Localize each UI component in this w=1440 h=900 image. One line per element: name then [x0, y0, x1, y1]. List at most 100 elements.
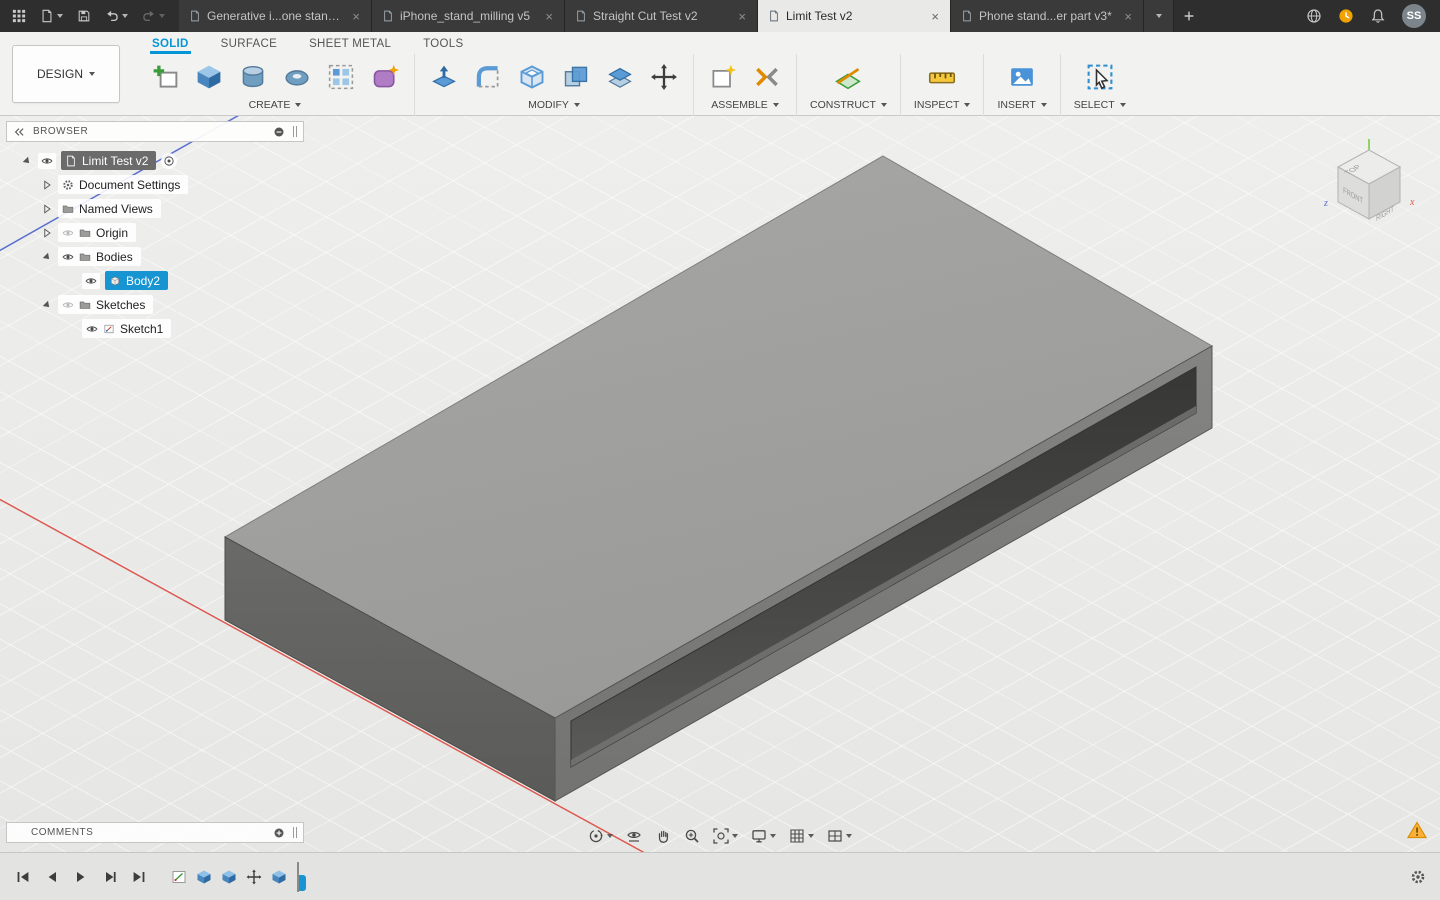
- document-settings-pill[interactable]: Document Settings: [58, 175, 189, 194]
- minimize-panel-icon[interactable]: [273, 126, 285, 138]
- tab-surface[interactable]: SURFACE: [219, 36, 279, 54]
- timeline-settings-button[interactable]: [1410, 869, 1426, 885]
- expand-arrow-icon[interactable]: [40, 178, 53, 191]
- combine-button[interactable]: [560, 61, 592, 93]
- activate-component-radio[interactable]: [161, 152, 178, 169]
- offset-face-button[interactable]: [604, 61, 636, 93]
- fit-button[interactable]: [713, 828, 738, 844]
- step-forward-button[interactable]: [101, 868, 119, 886]
- create-form-button[interactable]: [369, 61, 401, 93]
- view-cube[interactable]: TOP FRONT RIGHT z x: [1314, 138, 1424, 230]
- sketches-pill[interactable]: Sketches: [58, 295, 154, 314]
- eye-icon[interactable]: [62, 251, 74, 263]
- timeline-extrude-feature-3[interactable]: [270, 868, 288, 886]
- warning-indicator[interactable]: [1406, 821, 1428, 844]
- save-button[interactable]: [77, 9, 91, 23]
- timeline-playhead[interactable]: [297, 861, 306, 892]
- browser-item-root[interactable]: Limit Test v2: [6, 150, 304, 171]
- collapse-panel-icon[interactable]: [13, 126, 25, 138]
- eye-hidden-icon[interactable]: [62, 299, 74, 311]
- step-back-button[interactable]: [43, 868, 61, 886]
- collapse-arrow-icon[interactable]: [40, 250, 53, 263]
- construction-plane-button[interactable]: [832, 61, 864, 93]
- job-status-button[interactable]: [1338, 8, 1354, 24]
- eye-hidden-icon[interactable]: [62, 227, 74, 239]
- browser-item-sketch1[interactable]: Sketch1: [6, 318, 304, 339]
- skip-to-start-button[interactable]: [14, 868, 32, 886]
- measure-button[interactable]: [926, 61, 958, 93]
- collapse-arrow-icon[interactable]: [20, 154, 33, 167]
- timeline-extrude-feature-2[interactable]: [220, 868, 238, 886]
- create-group-dropdown[interactable]: CREATE: [249, 99, 302, 111]
- document-tab-iphone-stand-milling[interactable]: iPhone_stand_milling v5 ×: [372, 0, 565, 32]
- browser-item-named-views[interactable]: Named Views: [6, 198, 304, 219]
- browser-item-document-settings[interactable]: Document Settings: [6, 174, 304, 195]
- pan-button[interactable]: [655, 828, 671, 844]
- tab-list-dropdown-button[interactable]: [1144, 0, 1174, 32]
- browser-item-sketches[interactable]: Sketches: [6, 294, 304, 315]
- assemble-group-dropdown[interactable]: ASSEMBLE: [711, 99, 779, 111]
- zoom-button[interactable]: [684, 828, 700, 844]
- browser-header[interactable]: BROWSER: [6, 121, 304, 142]
- document-tab-limit-test-active[interactable]: Limit Test v2 ×: [758, 0, 951, 32]
- body2-visibility-toggle[interactable]: [82, 272, 100, 289]
- box-primitive-button[interactable]: [193, 61, 225, 93]
- document-tab-phone-stand-part[interactable]: Phone stand...er part v3* ×: [951, 0, 1144, 32]
- undo-button[interactable]: [105, 9, 128, 23]
- joint-button[interactable]: [751, 61, 783, 93]
- origin-pill[interactable]: Origin: [58, 223, 137, 242]
- browser-item-body2[interactable]: Body2: [6, 270, 304, 291]
- skip-to-end-button[interactable]: [130, 868, 148, 886]
- notifications-button[interactable]: [1370, 8, 1386, 24]
- app-grid-button[interactable]: [12, 9, 26, 23]
- panel-drag-grip[interactable]: [293, 126, 297, 137]
- file-menu-button[interactable]: [40, 9, 63, 23]
- insert-button[interactable]: [1006, 61, 1038, 93]
- torus-primitive-button[interactable]: [281, 61, 313, 93]
- close-tab-icon[interactable]: ×: [928, 8, 942, 25]
- new-document-button[interactable]: [1174, 0, 1204, 32]
- insert-group-dropdown[interactable]: INSERT: [997, 99, 1047, 111]
- timeline-move-feature[interactable]: [245, 868, 263, 886]
- display-settings-button[interactable]: [751, 828, 776, 844]
- expand-arrow-icon[interactable]: [40, 226, 53, 239]
- fillet-button[interactable]: [472, 61, 504, 93]
- viewports-button[interactable]: [827, 828, 852, 844]
- comments-header[interactable]: COMMENTS: [6, 822, 304, 843]
- redo-button[interactable]: [142, 9, 165, 23]
- select-button[interactable]: [1084, 61, 1116, 93]
- avatar[interactable]: SS: [1402, 4, 1426, 28]
- close-tab-icon[interactable]: ×: [542, 8, 556, 25]
- playhead-grip[interactable]: [299, 874, 306, 891]
- modify-group-dropdown[interactable]: MODIFY: [528, 99, 580, 111]
- timeline-extrude-feature-1[interactable]: [195, 868, 213, 886]
- tab-solid[interactable]: SOLID: [150, 36, 191, 54]
- select-group-dropdown[interactable]: SELECT: [1074, 99, 1126, 111]
- cylinder-primitive-button[interactable]: [237, 61, 269, 93]
- tab-sheet-metal[interactable]: SHEET METAL: [307, 36, 393, 54]
- play-button[interactable]: [72, 868, 90, 886]
- move-copy-button[interactable]: [648, 61, 680, 93]
- root-document-pill[interactable]: Limit Test v2: [61, 151, 157, 170]
- close-tab-icon[interactable]: ×: [735, 8, 749, 25]
- browser-item-bodies[interactable]: Bodies: [6, 246, 304, 267]
- construct-group-dropdown[interactable]: CONSTRUCT: [810, 99, 887, 111]
- collapse-arrow-icon[interactable]: [40, 298, 53, 311]
- grid-snap-button[interactable]: [789, 828, 814, 844]
- extensions-button[interactable]: [1306, 8, 1322, 24]
- create-sketch-button[interactable]: [149, 61, 181, 93]
- workspace-switcher-button[interactable]: DESIGN: [12, 45, 120, 103]
- look-at-button[interactable]: [626, 828, 642, 844]
- named-views-pill[interactable]: Named Views: [58, 199, 161, 218]
- new-component-button[interactable]: [707, 61, 739, 93]
- document-tab-generative[interactable]: Generative i...one stand v3 ×: [179, 0, 372, 32]
- press-pull-button[interactable]: [428, 61, 460, 93]
- body2-pill-selected[interactable]: Body2: [105, 271, 169, 290]
- sketch1-pill[interactable]: Sketch1: [82, 319, 172, 338]
- shell-button[interactable]: [516, 61, 548, 93]
- bodies-pill[interactable]: Bodies: [58, 247, 141, 266]
- eye-icon[interactable]: [86, 323, 98, 335]
- expand-arrow-icon[interactable]: [40, 202, 53, 215]
- close-tab-icon[interactable]: ×: [1121, 8, 1135, 25]
- timeline-sketch-feature[interactable]: [170, 868, 188, 886]
